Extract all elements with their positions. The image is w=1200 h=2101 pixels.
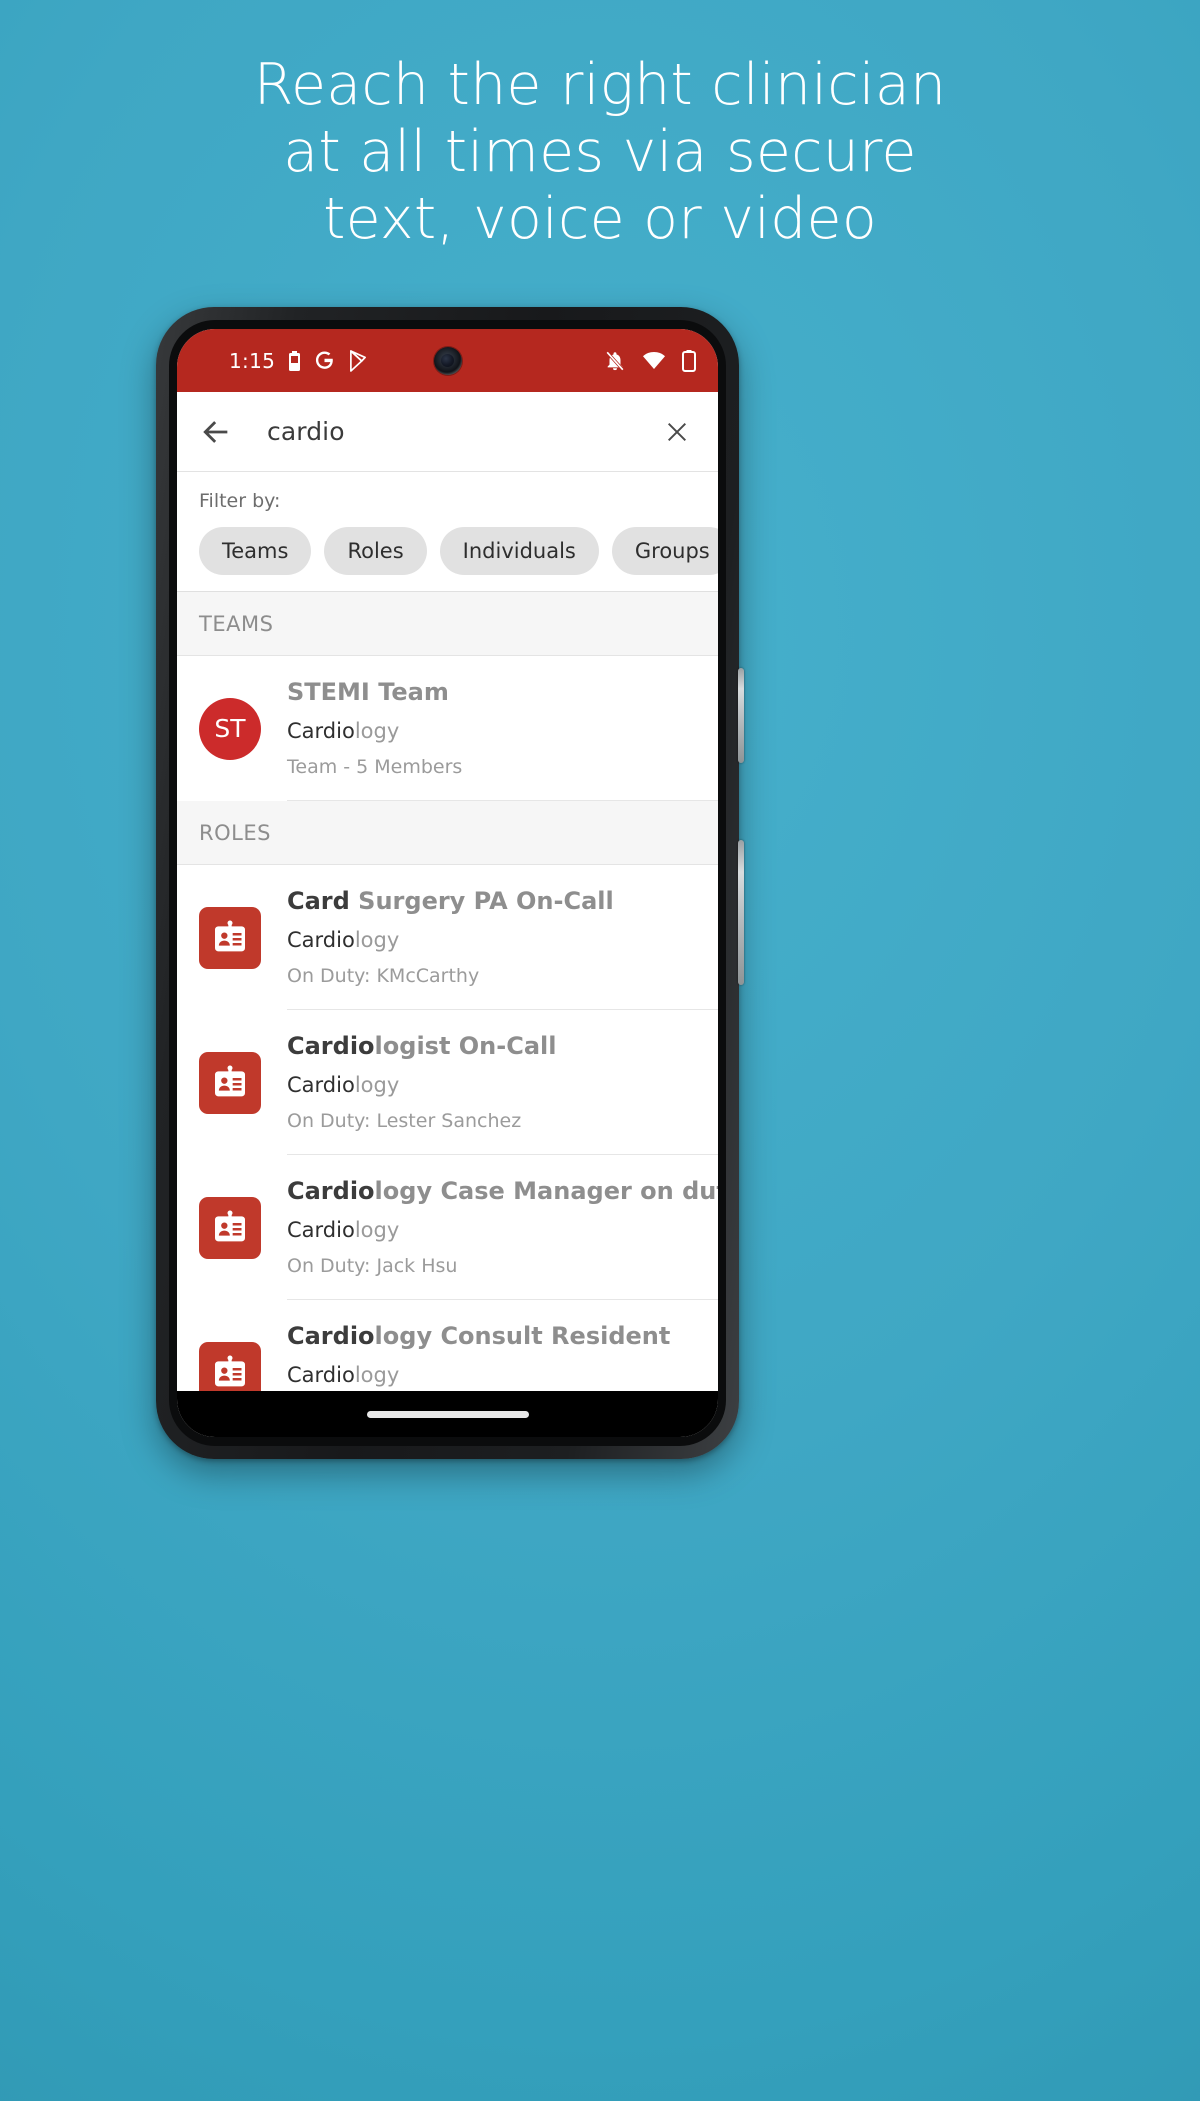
battery-small-icon [288,350,301,371]
list-item-subtitle: Cardiology [287,1363,702,1387]
filter-chip-individuals[interactable]: Individuals [439,527,599,575]
status-bar: 1:15 [177,329,718,392]
phone-power-button[interactable] [738,668,744,763]
subtitle-match: Cardio [287,719,355,743]
filter-by-label: Filter by: [199,490,281,512]
search-results-list[interactable]: TEAMS ST STEMI Team Cardiology Team - 5 … [177,592,718,1391]
subtitle-rest: logy [354,719,400,743]
list-item[interactable]: Cardiology Consult Resident Cardiology N… [177,1300,718,1391]
section-header-roles: ROLES [177,801,718,865]
subtitle-rest: logy [354,1073,400,1097]
list-item[interactable]: Card Surgery PA On-Call Cardiology On Du… [177,865,718,1010]
list-item-body: Card Surgery PA On-Call Cardiology On Du… [287,865,718,1010]
phone-screen: 1:15 cardio Filter by: Teams Roles Indiv… [177,329,718,1437]
subtitle-match: Cardio [287,928,355,952]
id-badge-icon [199,1051,261,1114]
title-match: Cardio [287,1177,375,1205]
battery-icon [682,349,696,372]
filter-chip-roles[interactable]: Roles [324,527,427,575]
title-rest: logist On-Call [374,1032,557,1060]
title-rest: Surgery PA On-Call [349,887,614,915]
google-icon [314,350,335,371]
play-store-icon [348,349,369,372]
headline-line-2: at all times via secure [283,119,917,185]
list-item-title: Cardiologist On-Call [287,1032,702,1060]
list-item-meta: On Duty: Lester Sanchez [287,1110,522,1132]
list-item-body: Cardiology Case Manager on duty Cardiolo… [287,1155,718,1300]
headline-line-3: text, voice or video [323,186,877,252]
list-item-subtitle: Cardiology [287,1073,702,1097]
list-item-meta: Team - 5 Members [287,756,463,778]
page-headline: Reach the right clinician at all times v… [0,52,1200,253]
filter-bar: Filter by: Teams Roles Individuals Group… [177,472,718,592]
list-item-title: Cardiology Consult Resident [287,1322,702,1350]
list-item-title: STEMI Team [287,678,702,706]
subtitle-rest: logy [354,928,400,952]
section-header-teams: TEAMS [177,592,718,656]
headline-line-1: Reach the right clinician [253,52,947,118]
notifications-off-icon [604,350,626,372]
list-item[interactable]: ST STEMI Team Cardiology Team - 5 Member… [177,656,718,801]
filter-chip-list[interactable]: Teams Roles Individuals Groups Broadcast [177,527,718,575]
list-item[interactable]: Cardiology Case Manager on duty Cardiolo… [177,1155,718,1300]
filter-chip-groups[interactable]: Groups [611,527,718,575]
list-item-meta: On Duty: KMcCarthy [287,965,480,987]
list-item-body: Cardiologist On-Call Cardiology On Duty:… [287,1010,718,1155]
list-item-subtitle: Cardiology [287,928,702,952]
subtitle-match: Cardio [287,1363,355,1387]
status-bar-right [604,349,696,372]
subtitle-rest: logy [354,1363,400,1387]
id-badge-icon [199,906,261,969]
phone-bezel: 1:15 cardio Filter by: Teams Roles Indiv… [169,320,726,1446]
title-match: Cardio [287,1032,375,1060]
list-item-body: Cardiology Consult Resident Cardiology N… [287,1300,718,1391]
list-item-subtitle: Cardiology [287,719,702,743]
subtitle-rest: logy [354,1218,400,1242]
close-icon[interactable] [662,417,692,447]
phone-mockup: 1:15 cardio Filter by: Teams Roles Indiv… [156,307,744,1459]
status-time: 1:15 [229,348,276,373]
front-camera [433,346,462,375]
list-item-body: STEMI Team Cardiology Team - 5 Members [287,656,718,801]
avatar: ST [199,697,261,760]
list-item-title: Cardiology Case Manager on duty [287,1177,718,1205]
title-rest: logy Consult Resident [374,1322,671,1350]
id-badge-icon [199,1341,261,1391]
status-bar-left: 1:15 [229,349,369,373]
list-item-title: Card Surgery PA On-Call [287,887,702,915]
back-arrow-icon[interactable] [199,415,233,449]
search-bar: cardio [177,392,718,472]
filter-chip-teams[interactable]: Teams [199,527,312,575]
phone-volume-button[interactable] [738,840,744,985]
home-gesture-pill[interactable] [366,1410,529,1418]
id-badge-icon [199,1196,261,1259]
subtitle-match: Cardio [287,1073,355,1097]
title-rest: STEMI Team [287,678,449,706]
list-item-meta: On Duty: Jack Hsu [287,1255,458,1277]
list-item-subtitle: Cardiology [287,1218,718,1242]
subtitle-match: Cardio [287,1218,355,1242]
search-input[interactable]: cardio [267,417,662,446]
wifi-icon [642,351,666,370]
title-match: Cardio [287,1322,375,1350]
title-match: Card [287,887,350,915]
title-rest: logy Case Manager on duty [374,1177,718,1205]
list-item[interactable]: Cardiologist On-Call Cardiology On Duty:… [177,1010,718,1155]
android-nav-bar [177,1391,718,1437]
